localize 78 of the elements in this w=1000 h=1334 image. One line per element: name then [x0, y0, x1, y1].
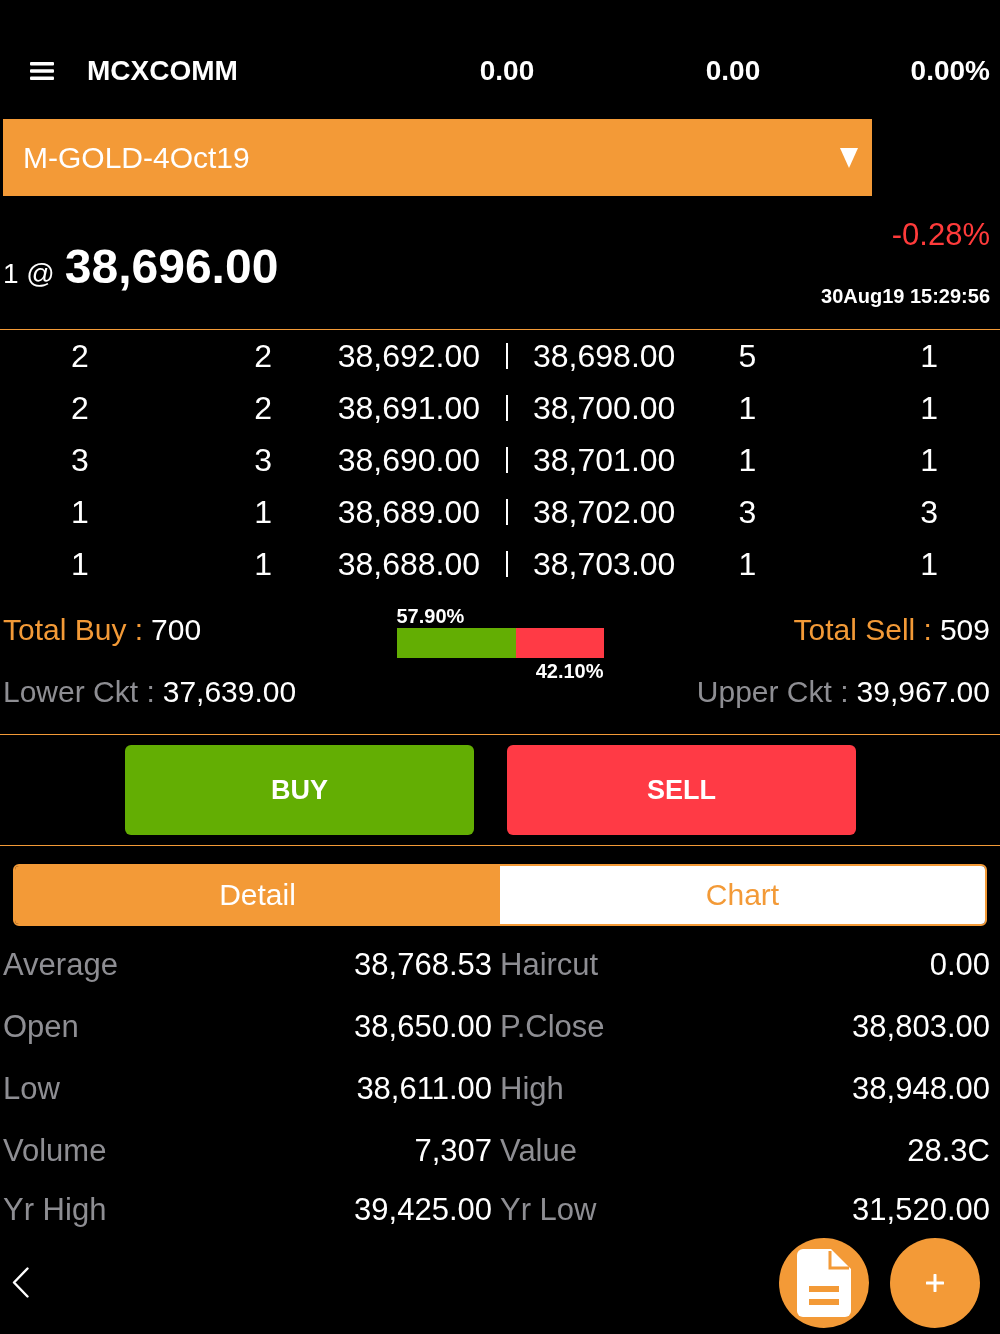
depth-value: 1 — [253, 496, 272, 528]
ask-price: 38,698.00 — [533, 340, 677, 372]
detail-label: Value — [500, 1134, 577, 1166]
depth-value: 3 — [70, 444, 90, 476]
detail-value: 7,307 — [414, 1134, 492, 1166]
depth-value: 1 — [737, 548, 758, 580]
depth-value: 1 — [70, 548, 90, 580]
depth-value: 1 — [919, 548, 938, 580]
total-sell-label: Total Sell : — [793, 615, 932, 645]
depth-value: 3 — [919, 496, 938, 528]
upper-circuit-label: Upper Ckt : — [696, 677, 849, 707]
ask-price: 38,700.00 — [533, 392, 677, 424]
detail-value: 38,803.00 — [852, 1010, 990, 1042]
detail-label: Average — [3, 948, 118, 980]
buy-percent: 57.90% — [396, 606, 465, 626]
depth-value: 1 — [737, 444, 758, 476]
detail-value: 0.00 — [929, 948, 990, 980]
index-value: 0.00 — [478, 56, 536, 85]
tab[interactable]: Detail — [15, 866, 500, 924]
detail-label: P.Close — [500, 1010, 605, 1042]
detail-label: Haircut — [500, 948, 599, 980]
depth-value: 2 — [70, 392, 90, 424]
detail-label: Low — [3, 1072, 60, 1104]
timestamp: 30Aug19 15:29:56 — [821, 286, 990, 306]
detail-label: Yr High — [3, 1193, 107, 1225]
bid-price: 38,691.00 — [336, 392, 480, 424]
depth-value: 1 — [919, 444, 938, 476]
bid-price: 38,690.00 — [336, 444, 480, 476]
depth-value: 2 — [253, 340, 272, 372]
plus-icon — [926, 1273, 944, 1292]
bid-price: 38,692.00 — [336, 340, 480, 372]
menu-icon[interactable] — [30, 61, 54, 80]
detail-value: 38,948.00 — [852, 1072, 990, 1104]
tab[interactable]: Chart — [500, 866, 985, 924]
total-buy-value: 700 — [151, 615, 202, 645]
detail-value: 38,768.53 — [354, 948, 492, 980]
upper-circuit-value: 39,967.00 — [856, 677, 990, 707]
detail-value: 31,520.00 — [852, 1193, 990, 1225]
detail-label: Yr Low — [500, 1193, 597, 1225]
depth-value: 3 — [253, 444, 272, 476]
last-price: 38,696.00 — [64, 242, 279, 291]
detail-label: High — [500, 1072, 564, 1104]
index-value: 0.00% — [909, 56, 991, 85]
depth-value: 2 — [253, 392, 272, 424]
depth-value: 1 — [253, 548, 272, 580]
buy-button[interactable]: BUY — [125, 745, 474, 835]
depth-value: 1 — [919, 340, 938, 372]
detail-value: 38,650.00 — [354, 1010, 492, 1042]
percent-change: -0.28% — [891, 219, 990, 250]
depth-value: 2 — [70, 340, 90, 372]
total-sell-value: 509 — [939, 615, 990, 645]
lower-circuit-value: 37,639.00 — [162, 677, 297, 707]
total-buy-label: Total Buy : — [3, 615, 144, 645]
depth-value: 1 — [919, 392, 938, 424]
lower-circuit-label: Lower Ckt : — [3, 677, 155, 707]
bid-price: 38,689.00 — [336, 496, 480, 528]
back-icon[interactable] — [12, 1267, 29, 1298]
depth-value: 1 — [70, 496, 90, 528]
exchange-title: MCXCOMM — [87, 56, 239, 85]
ask-price: 38,702.00 — [533, 496, 677, 528]
ask-price: 38,703.00 — [533, 548, 677, 580]
symbol-dropdown[interactable]: M-GOLD-4Oct19 — [3, 119, 872, 196]
sell-button[interactable]: SELL — [507, 745, 856, 835]
detail-value: 28.3C — [907, 1134, 990, 1166]
detail-label: Open — [3, 1010, 79, 1042]
detail-value: 38,611.00 — [356, 1072, 492, 1104]
detail-value: 39,425.00 — [354, 1193, 492, 1225]
caret-icon — [840, 147, 858, 168]
depth-value: 3 — [737, 496, 758, 528]
quantity-at: 1 @ — [3, 259, 55, 288]
detail-label: Volume — [3, 1134, 107, 1166]
depth-value: 5 — [737, 340, 758, 372]
bid-price: 38,688.00 — [336, 548, 480, 580]
depth-value: 1 — [737, 392, 758, 424]
sell-percent: 42.10% — [535, 661, 604, 681]
ask-price: 38,701.00 — [533, 444, 677, 476]
document-icon — [797, 1248, 851, 1317]
index-value: 0.00 — [704, 56, 762, 85]
